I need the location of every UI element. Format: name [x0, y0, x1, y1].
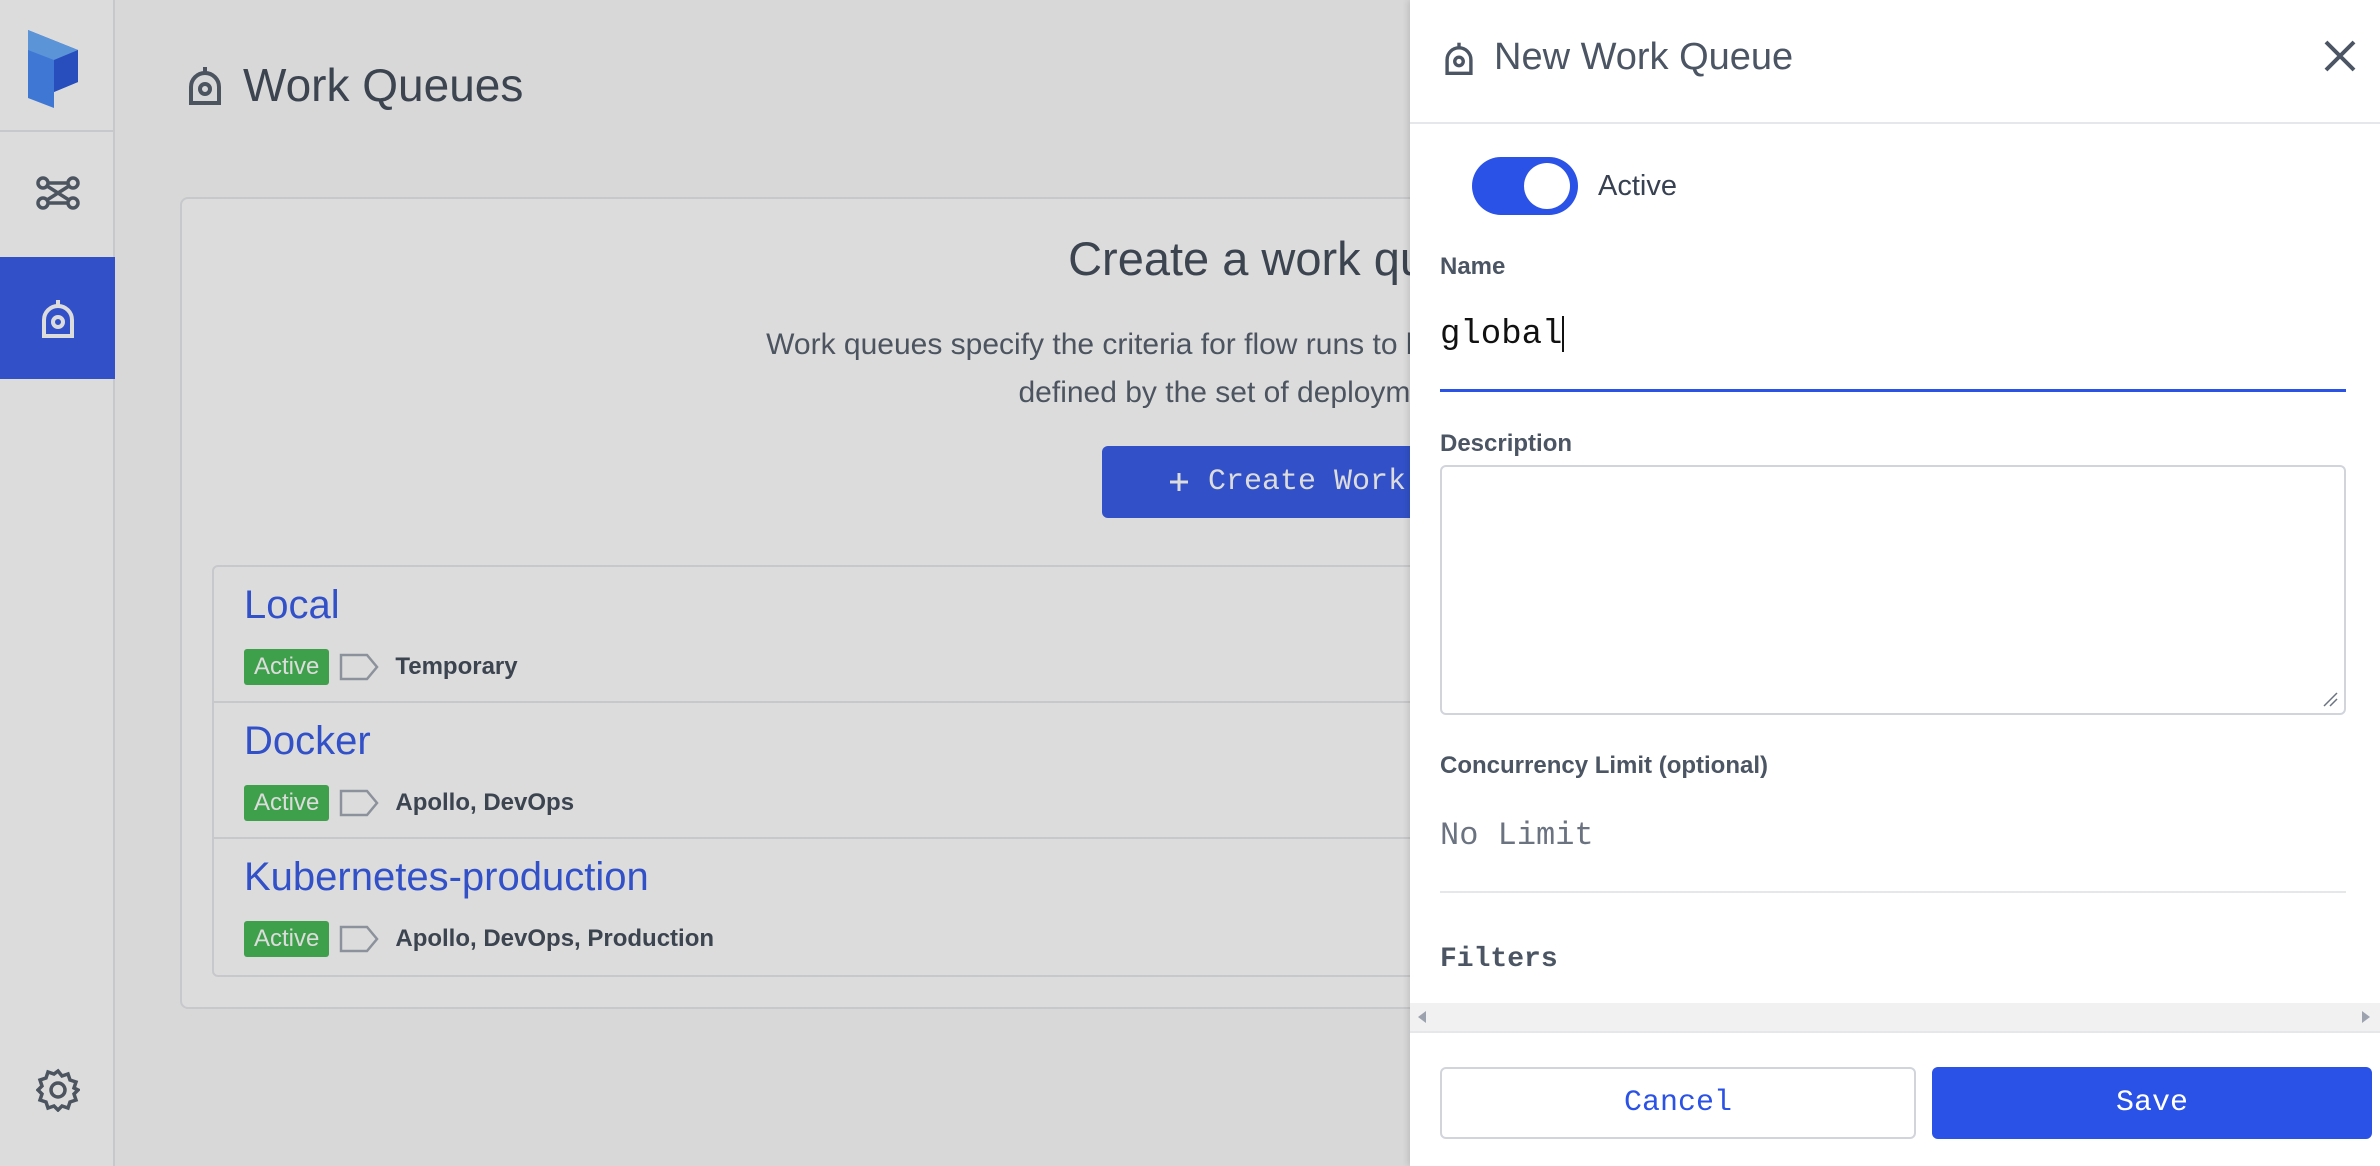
scroll-right-icon[interactable]: [2362, 1011, 2370, 1023]
description-field[interactable]: [1440, 465, 2346, 715]
active-toggle-label: Active: [1598, 170, 1677, 202]
description-label: Description: [1440, 430, 1573, 457]
close-icon[interactable]: [2320, 36, 2360, 76]
cancel-button[interactable]: Cancel: [1440, 1067, 1916, 1139]
resize-handle-icon[interactable]: [2322, 691, 2338, 707]
scroll-left-icon[interactable]: [1418, 1011, 1426, 1023]
name-label: Name: [1440, 253, 1506, 280]
filters-heading: Filters: [1440, 944, 1558, 975]
toggle-knob: [1524, 163, 1570, 209]
drawer-header: New Work Queue: [1410, 0, 2380, 124]
name-field[interactable]: global: [1440, 310, 2346, 392]
concurrency-limit-field[interactable]: No Limit: [1440, 807, 2346, 893]
concurrency-limit-placeholder: No Limit: [1440, 817, 1594, 854]
text-caret: [1562, 316, 1565, 353]
horizontal-scrollbar[interactable]: [1410, 1003, 2380, 1031]
drawer-footer: Cancel Save: [1410, 1031, 2380, 1166]
modal-overlay[interactable]: [0, 0, 1410, 1166]
name-field-value: global: [1440, 316, 1563, 354]
new-work-queue-drawer: New Work Queue Active Name global Descri…: [1410, 0, 2380, 1166]
drawer-title-text: New Work Queue: [1494, 36, 1794, 78]
concurrency-limit-label: Concurrency Limit (optional): [1440, 752, 1769, 779]
active-toggle[interactable]: [1472, 157, 1578, 215]
work-queue-icon: [1445, 42, 1473, 75]
save-button[interactable]: Save: [1932, 1067, 2372, 1139]
drawer-title: New Work Queue: [1442, 36, 1793, 79]
